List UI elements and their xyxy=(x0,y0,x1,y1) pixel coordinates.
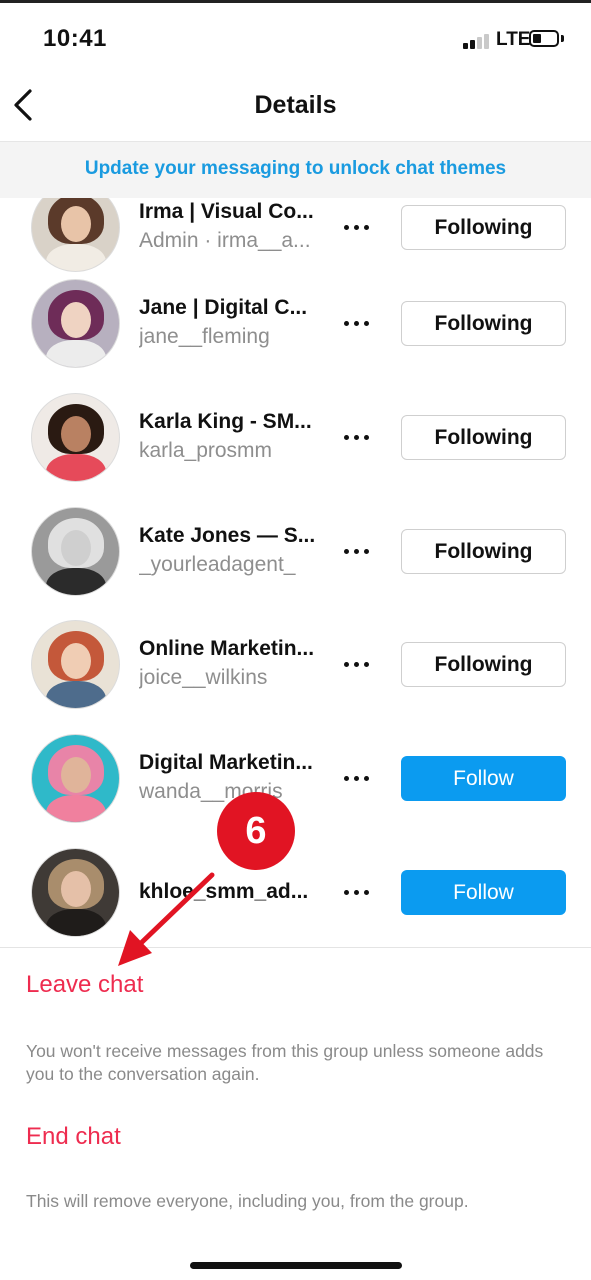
status-time: 10:41 xyxy=(43,25,107,52)
follow-button[interactable]: Follow xyxy=(401,870,566,915)
avatar[interactable] xyxy=(31,393,120,482)
more-horizontal-icon[interactable] xyxy=(344,774,370,784)
avatar[interactable] xyxy=(31,197,120,272)
avatar[interactable] xyxy=(31,279,120,368)
more-horizontal-icon[interactable] xyxy=(344,660,370,670)
avatar[interactable] xyxy=(31,620,120,709)
member-name: Online Marketin... xyxy=(139,637,315,660)
member-handle: jane__fleming xyxy=(139,325,270,348)
member-name: khloe_smm_ad... xyxy=(139,880,309,903)
member-handle: karla_prosmm xyxy=(139,439,273,462)
more-horizontal-icon[interactable] xyxy=(344,319,370,329)
leave-chat-button[interactable]: Leave chat xyxy=(26,971,143,999)
member-name: Digital Marketin... xyxy=(139,751,313,774)
network-type: LTE xyxy=(496,29,531,50)
member-handle: _yourleadagent_ xyxy=(139,553,296,576)
member-list: Irma | Visual Co... Admin · irma__a... F… xyxy=(0,197,591,947)
more-horizontal-icon[interactable] xyxy=(344,223,370,233)
following-button[interactable]: Following xyxy=(401,529,566,574)
status-bar: 10:41 LTE xyxy=(0,3,591,71)
following-button[interactable]: Following xyxy=(401,642,566,687)
section-divider xyxy=(0,947,591,948)
following-button[interactable]: Following xyxy=(401,205,566,250)
leave-chat-description: You won't receive messages from this gro… xyxy=(26,1041,544,1084)
member-name: Kate Jones — S... xyxy=(139,524,316,547)
chat-themes-banner: Update your messaging to unlock chat the… xyxy=(0,141,591,198)
member-row[interactable]: Karla King - SM... karla_prosmm Followin… xyxy=(0,393,591,506)
avatar[interactable] xyxy=(31,734,120,823)
member-row[interactable]: Jane | Digital C... jane__fleming Follow… xyxy=(0,279,591,392)
more-horizontal-icon[interactable] xyxy=(344,433,370,443)
navigation-bar: Details xyxy=(0,71,591,141)
member-handle: joice__wilkins xyxy=(139,666,268,689)
following-button[interactable]: Following xyxy=(401,415,566,460)
battery-icon xyxy=(529,30,559,47)
member-name: Jane | Digital C... xyxy=(139,296,308,319)
member-row[interactable]: khloe_smm_ad... Follow xyxy=(0,848,591,947)
battery-tip xyxy=(561,35,564,42)
follow-button[interactable]: Follow xyxy=(401,756,566,801)
more-horizontal-icon[interactable] xyxy=(344,547,370,557)
page-title: Details xyxy=(254,91,337,119)
member-name: Karla King - SM... xyxy=(139,410,312,433)
end-chat-button[interactable]: End chat xyxy=(26,1123,121,1151)
more-horizontal-icon[interactable] xyxy=(344,888,370,898)
step-number-badge: 6 xyxy=(217,792,295,870)
following-button[interactable]: Following xyxy=(401,301,566,346)
update-messaging-link[interactable]: Update your messaging to unlock chat the… xyxy=(85,158,506,180)
member-row[interactable]: Digital Marketin... wanda__morris Follow xyxy=(0,734,591,847)
home-indicator xyxy=(190,1262,402,1269)
end-chat-description: This will remove everyone, including you… xyxy=(26,1191,469,1211)
avatar[interactable] xyxy=(31,507,120,596)
member-handle: Admin · irma__a... xyxy=(139,229,311,252)
avatar[interactable] xyxy=(31,848,120,937)
member-row[interactable]: Kate Jones — S... _yourleadagent_ Follow… xyxy=(0,507,591,620)
signal-icon xyxy=(463,33,493,49)
member-row[interactable]: Online Marketin... joice__wilkins Follow… xyxy=(0,620,591,733)
member-name: Irma | Visual Co... xyxy=(139,200,314,223)
